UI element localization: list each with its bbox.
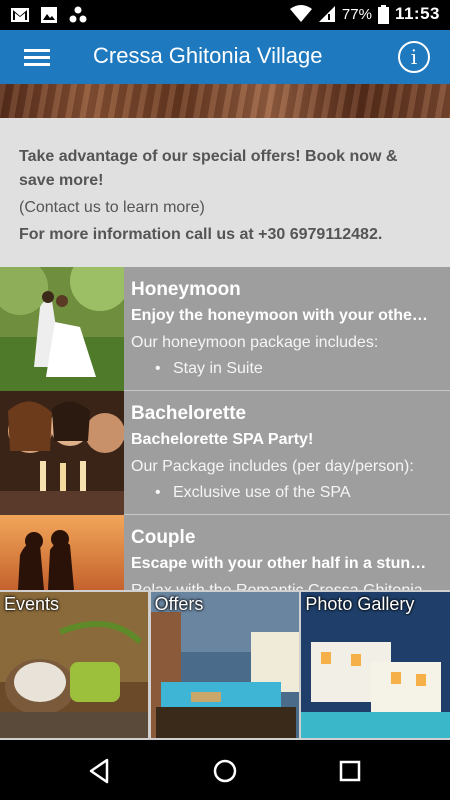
offer-subtitle: Enjoy the honeymoon with your other half…: [131, 307, 431, 324]
offer-couple[interactable]: Couple Escape with your other half in a …: [0, 515, 450, 590]
offer-honeymoon[interactable]: Honeymoon Enjoy the honeymoon with your …: [0, 267, 450, 391]
clock: 11:53: [394, 4, 440, 23]
tile-offers[interactable]: Offers: [150, 592, 300, 738]
back-icon[interactable]: [85, 756, 115, 786]
info-icon[interactable]: i: [398, 41, 430, 73]
tile-label: Events: [4, 594, 60, 614]
offer-title: Bachelorette: [131, 403, 247, 424]
battery-percent: 77%: [341, 5, 372, 23]
gmail-icon: [11, 8, 29, 22]
offer-description: Our honeymoon package includes:: [131, 334, 379, 351]
offer-bullet: Exclusive use of the SPA: [131, 480, 436, 506]
navigation-bar: [0, 740, 450, 800]
hamburger-menu-icon[interactable]: [20, 43, 54, 71]
image-icon: [41, 7, 57, 23]
recents-icon[interactable]: [335, 756, 365, 786]
app-title: Cressa Ghitonia Village: [93, 43, 323, 68]
battery-icon: [377, 4, 389, 24]
offer-description: Relax with the Romantic Cressa Ghitonia: [131, 578, 431, 590]
offer-subtitle: Bachelorette SPA Party!: [131, 431, 314, 448]
status-bar: 77% 11:53: [0, 0, 450, 30]
app-bar: Cressa Ghitonia Village i: [0, 30, 450, 84]
offers-intro: Take advantage of our special offers! Bo…: [0, 118, 450, 267]
bottom-navigation-tiles: Events Offers Photo Gallery: [0, 590, 450, 740]
couple-photo: [0, 515, 124, 590]
tile-label: Offers: [154, 594, 204, 614]
hero-image: [0, 84, 450, 118]
offer-description: Our Package includes (per day/person):: [131, 458, 414, 475]
bachelorette-photo: [0, 391, 124, 515]
offer-subtitle: Escape with your other half in a stunnin…: [131, 555, 431, 572]
tile-label: Photo Gallery: [305, 594, 415, 614]
wifi-icon: [289, 5, 312, 22]
offer-bachelorette[interactable]: Bachelorette Bachelorette SPA Party! Our…: [0, 391, 450, 515]
signal-icon: [318, 6, 335, 22]
offer-title: Honeymoon: [131, 279, 241, 300]
honeymoon-photo: [0, 267, 124, 391]
apps-icon: [69, 6, 87, 23]
offer-bullet: Stay in Suite: [131, 356, 436, 382]
offer-title: Couple: [131, 527, 196, 548]
intro-headline: Take advantage of our special offers! Bo…: [19, 148, 398, 189]
tile-events[interactable]: Events: [0, 592, 149, 738]
tile-photo-gallery[interactable]: Photo Gallery: [301, 592, 450, 738]
intro-phone[interactable]: For more information call us at +30 6979…: [19, 223, 432, 247]
home-icon[interactable]: [210, 756, 240, 786]
intro-contact: (Contact us to learn more): [19, 199, 205, 216]
